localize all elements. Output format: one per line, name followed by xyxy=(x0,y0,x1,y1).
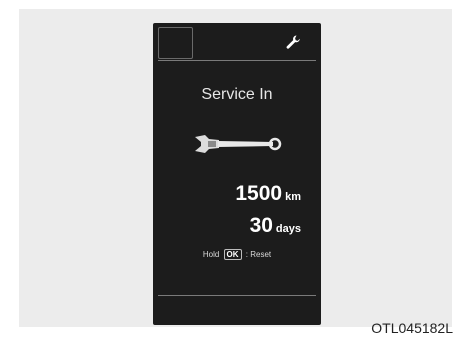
days-value: 30 xyxy=(249,214,273,237)
hint-suffix: : Reset xyxy=(245,250,272,259)
days-readout: 30 days xyxy=(250,214,301,238)
distance-readout: 1500 km xyxy=(235,182,301,206)
distance-value: 1500 xyxy=(235,182,283,205)
distance-unit: km xyxy=(285,191,301,203)
footer-divider xyxy=(158,295,316,296)
wrench-icon xyxy=(286,35,300,49)
days-unit: days xyxy=(275,223,301,235)
hint-prefix: Hold xyxy=(202,250,220,259)
service-title: Service In xyxy=(201,86,273,103)
figure-caption: OTL045182L xyxy=(371,320,453,336)
ok-key-label: OK xyxy=(223,249,242,260)
header-divider xyxy=(158,60,316,61)
reset-hint: Hold OK : Reset xyxy=(153,249,321,260)
cluster-display: Service In 1500 km 30 days Hold OK : Reset xyxy=(153,23,321,325)
mode-indicator-box xyxy=(158,27,193,59)
wrench-icon xyxy=(195,135,282,153)
